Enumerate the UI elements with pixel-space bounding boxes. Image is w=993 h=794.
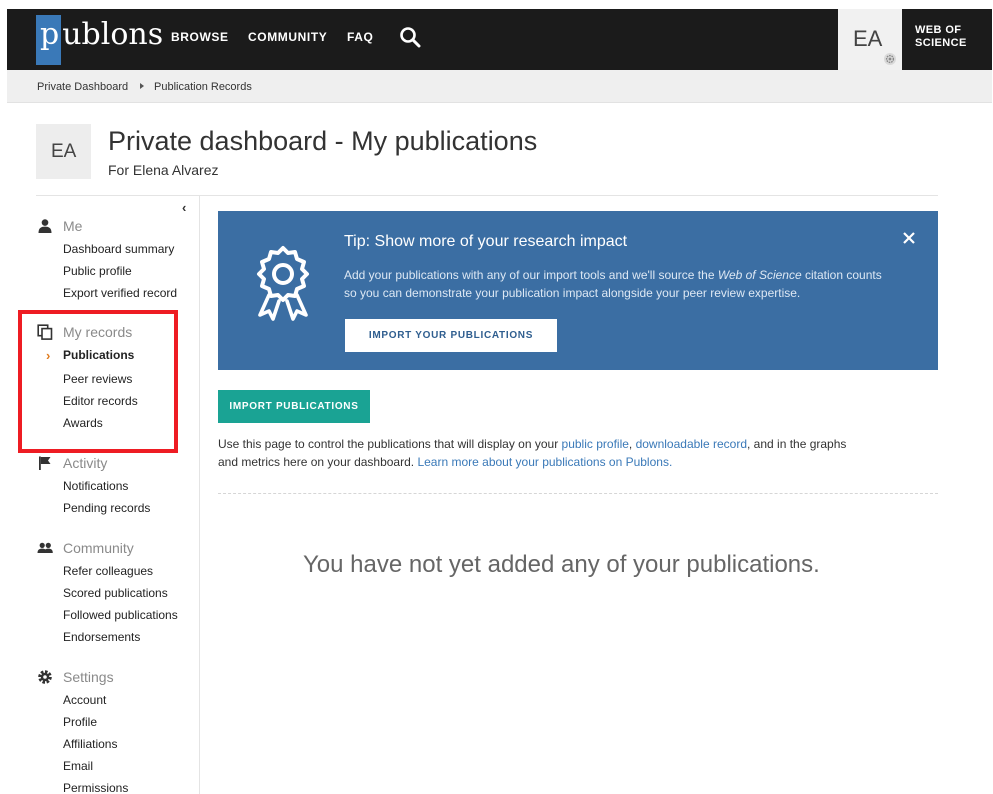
flag-icon <box>39 456 51 470</box>
empty-state-message: You have not yet added any of your publi… <box>303 551 820 578</box>
tip-title: Tip: Show more of your research impact <box>344 233 628 250</box>
content-divider <box>218 493 938 494</box>
close-icon[interactable] <box>902 231 916 245</box>
sidebar-item-profile[interactable]: Profile <box>63 715 97 729</box>
settings-gear-icon <box>884 53 896 65</box>
sidebar-item-refer-colleagues[interactable]: Refer colleagues <box>63 564 153 578</box>
profile-avatar: EA <box>36 124 91 179</box>
wos-line1: WEB OF <box>915 24 962 36</box>
profile-avatar-initials: EA <box>51 141 77 162</box>
sidebar-item-export-verified-record[interactable]: Export verified record <box>63 286 177 300</box>
wos-line2: SCIENCE <box>915 37 967 49</box>
sidebar-item-pending-records[interactable]: Pending records <box>63 501 150 515</box>
collapse-sidebar-icon[interactable]: ‹ <box>182 200 186 215</box>
import-your-publications-button[interactable]: IMPORT YOUR PUBLICATIONS <box>345 319 557 352</box>
sidebar-section-settings: Settings <box>63 669 114 685</box>
sidebar-item-notifications[interactable]: Notifications <box>63 479 128 493</box>
breadcrumb-publication-records: Publication Records <box>154 81 252 93</box>
avatar-initials: EA <box>853 26 883 51</box>
sidebar-item-scored-publications[interactable]: Scored publications <box>63 586 168 600</box>
sidebar-item-account[interactable]: Account <box>63 693 106 707</box>
tip-banner: Tip: Show more of your research impact A… <box>218 211 938 370</box>
header-divider <box>36 195 938 196</box>
info-text-2: , <box>628 437 636 451</box>
sidebar-item-affiliations[interactable]: Affiliations <box>63 737 117 751</box>
downloadable-record-link[interactable]: downloadable record <box>636 437 747 451</box>
tip-body-emphasis: Web of Science <box>717 268 802 282</box>
sidebar-item-dashboard-summary[interactable]: Dashboard summary <box>63 242 174 256</box>
breadcrumb-private-dashboard[interactable]: Private Dashboard <box>37 81 128 93</box>
publons-logo[interactable]: p ublons <box>36 15 163 65</box>
breadcrumb: Private Dashboard Publication Records <box>7 70 992 103</box>
sidebar-section-community: Community <box>63 540 134 556</box>
nav-community[interactable]: COMMUNITY <box>248 30 327 44</box>
award-ribbon-icon <box>257 246 309 321</box>
sidebar-section-me: Me <box>63 218 83 234</box>
top-navbar: p ublons BROWSE COMMUNITY FAQ EA WEB OF … <box>7 9 992 70</box>
logo-wordmark: ublons <box>62 17 164 52</box>
public-profile-link[interactable]: public profile <box>562 437 629 451</box>
nav-browse[interactable]: BROWSE <box>171 30 229 44</box>
highlight-annotation-box <box>18 310 178 453</box>
sidebar-item-followed-publications[interactable]: Followed publications <box>63 608 178 622</box>
web-of-science-logo[interactable]: WEB OF SCIENCE <box>915 24 967 50</box>
search-icon[interactable] <box>399 26 421 48</box>
user-icon <box>38 219 52 233</box>
logo-mark: p <box>36 15 62 65</box>
sidebar-item-public-profile[interactable]: Public profile <box>63 264 132 278</box>
tip-body: Add your publications with any of our im… <box>344 266 884 302</box>
sidebar-item-email[interactable]: Email <box>63 759 93 773</box>
sidebar-section-activity: Activity <box>63 455 108 471</box>
page-subtitle: For Elena Alvarez <box>108 162 219 178</box>
sidebar-divider <box>199 196 200 794</box>
users-icon <box>37 542 53 553</box>
info-text: Use this page to control the publication… <box>218 435 858 471</box>
page-title: Private dashboard - My publications <box>108 126 538 156</box>
import-publications-button[interactable]: IMPORT PUBLICATIONS <box>218 390 370 423</box>
sidebar-item-permissions[interactable]: Permissions <box>63 781 128 794</box>
breadcrumb-separator-icon <box>140 83 144 89</box>
tip-body-text-1: Add your publications with any of our im… <box>344 268 718 282</box>
gear-icon <box>38 670 52 684</box>
sidebar-item-endorsements[interactable]: Endorsements <box>63 630 140 644</box>
info-text-1: Use this page to control the publication… <box>218 437 562 451</box>
learn-more-link[interactable]: Learn more about your publications on Pu… <box>417 455 672 469</box>
nav-faq[interactable]: FAQ <box>347 30 373 44</box>
user-avatar-menu[interactable]: EA <box>838 9 902 70</box>
